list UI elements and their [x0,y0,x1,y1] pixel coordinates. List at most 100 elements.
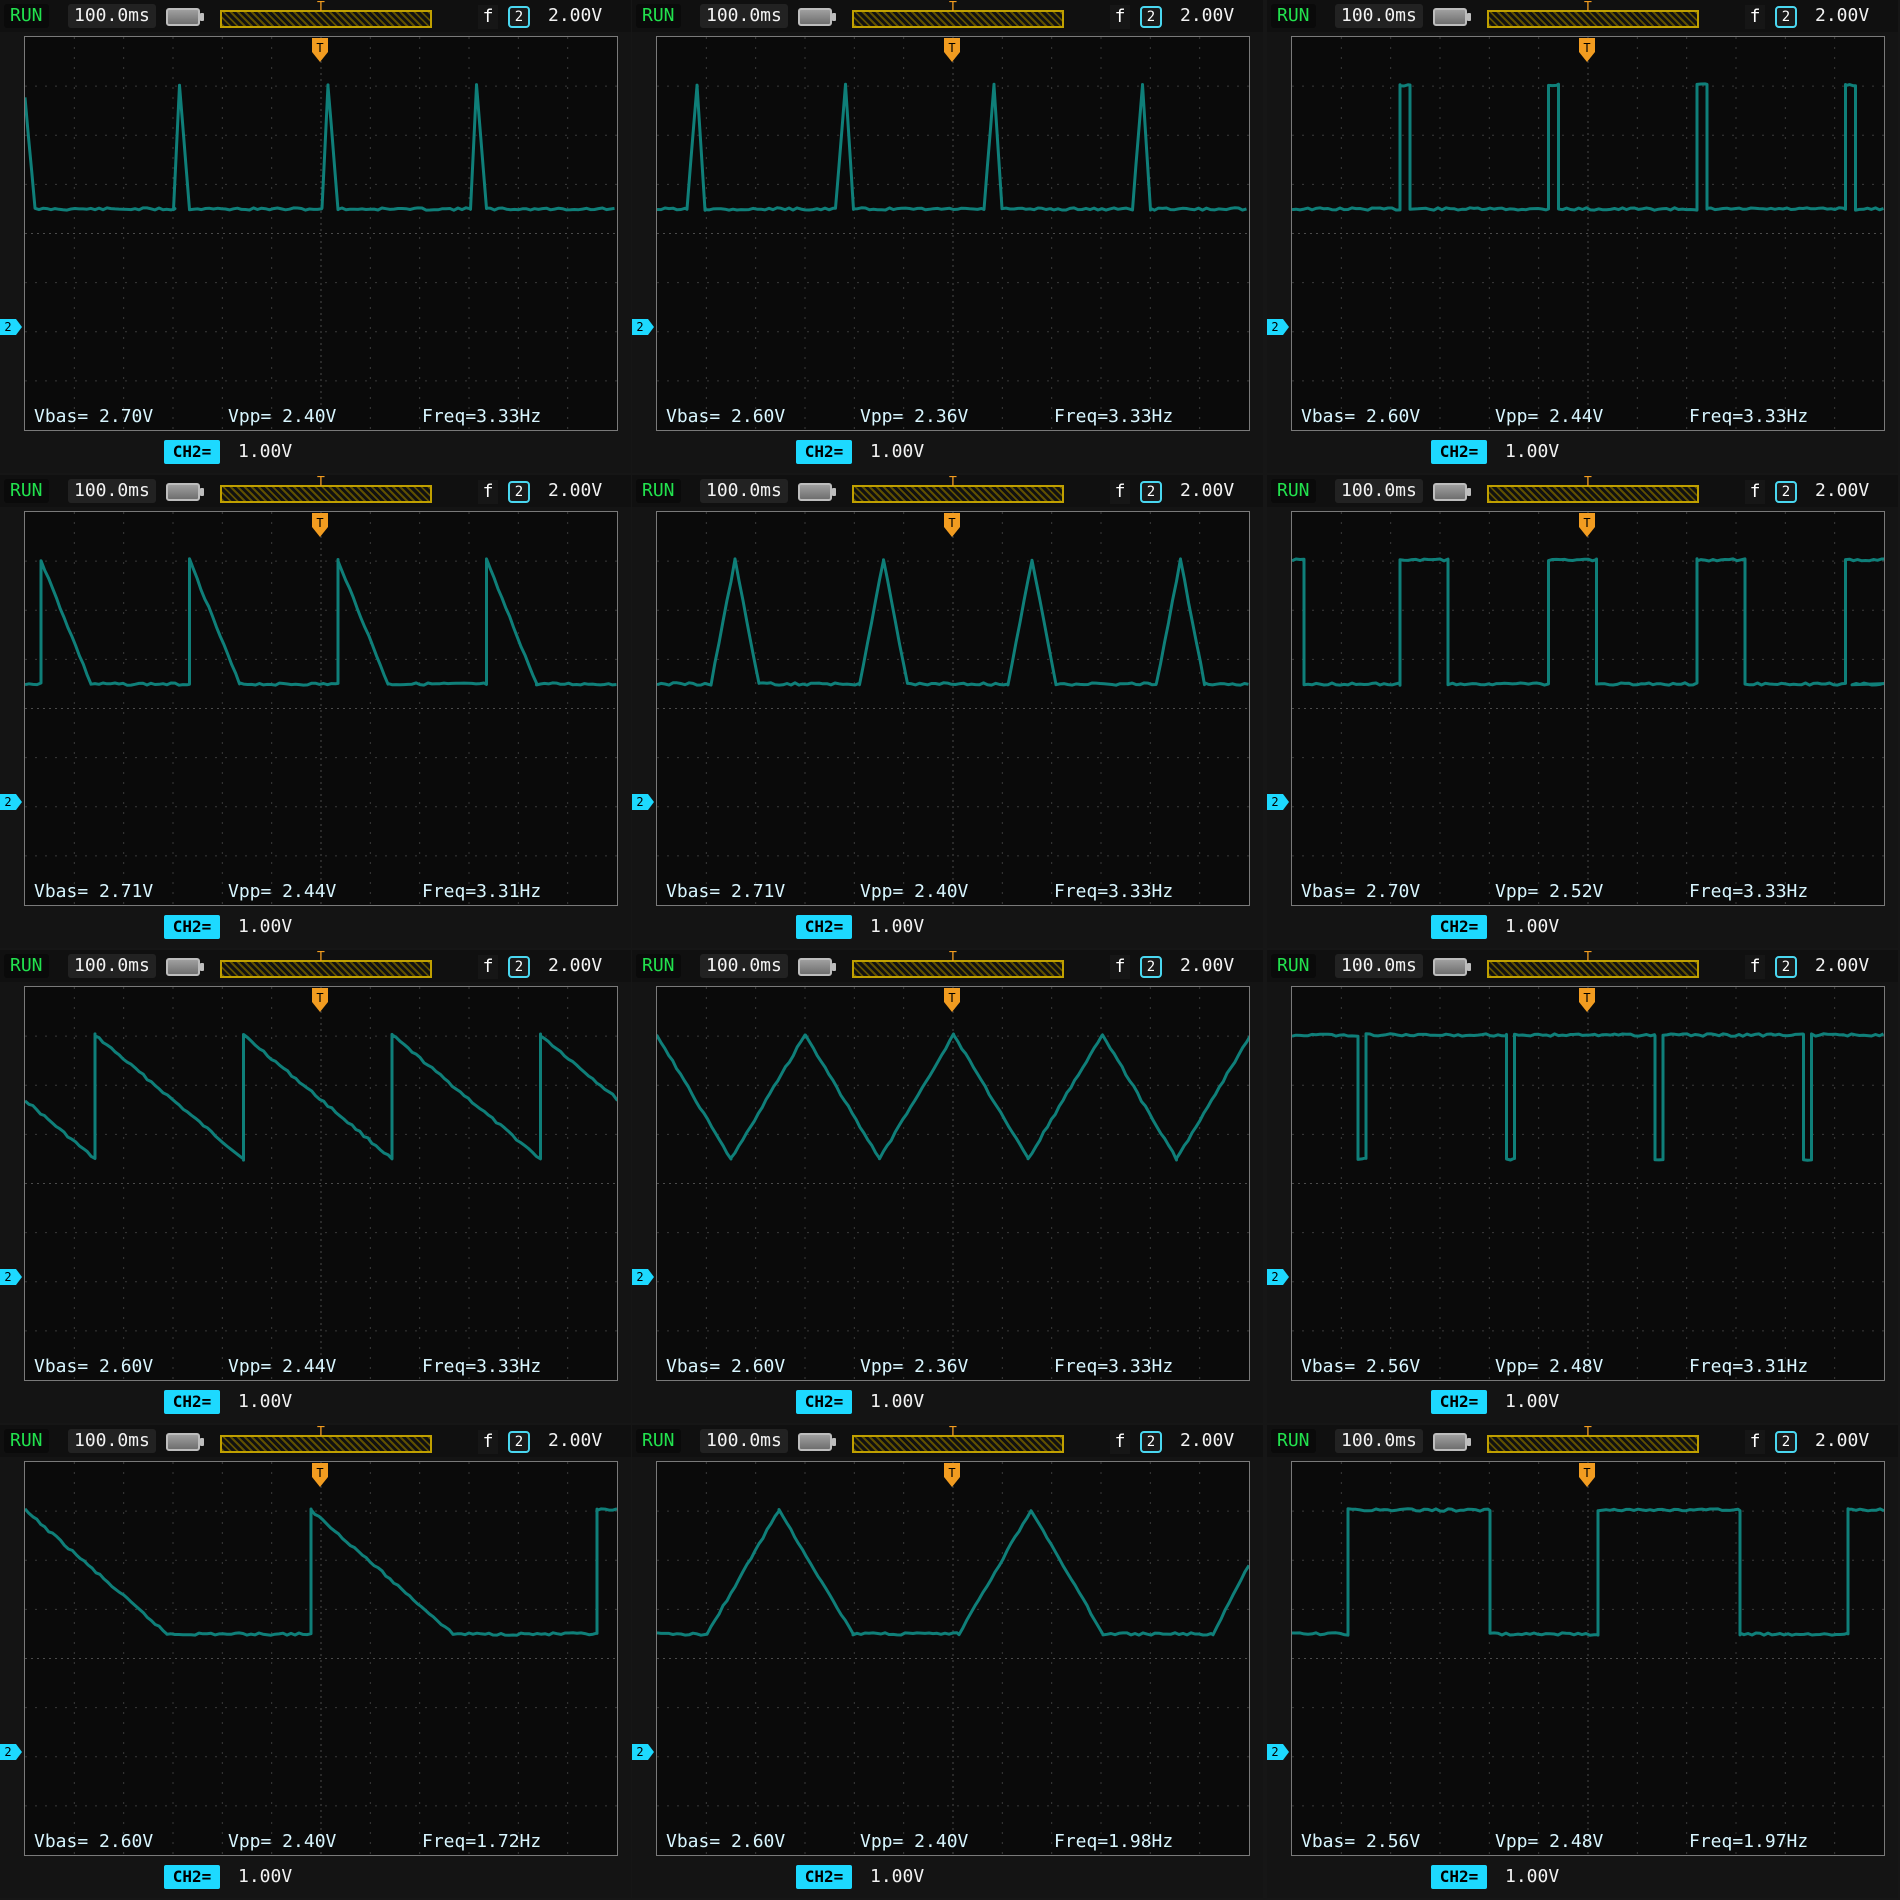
channel-2-trace [657,82,1247,212]
channel-scale[interactable]: 1.00V [1505,1865,1559,1889]
timebase-readout[interactable]: 100.0ms [1335,4,1423,28]
battery-icon [798,1433,836,1451]
trigger-slope-icon[interactable]: f [478,480,498,504]
trigger-slope-icon[interactable]: f [1745,5,1765,29]
timebase-readout[interactable]: 100.0ms [1335,1429,1423,1453]
trigger-slope-icon[interactable]: f [478,5,498,29]
trigger-channel-icon[interactable]: 2 [1775,6,1797,28]
trigger-channel-icon[interactable]: 2 [1140,1431,1162,1453]
vbase-measurement: Vbas= 2.60V [1301,406,1421,427]
timebase-readout[interactable]: 100.0ms [700,1429,788,1453]
trigger-channel-icon[interactable]: 2 [508,1431,530,1453]
trigger-level[interactable]: 2.00V [1180,479,1234,503]
run-status[interactable]: RUN [4,954,49,978]
trigger-level[interactable]: 2.00V [1815,954,1869,978]
channel-scale[interactable]: 1.00V [870,1865,924,1889]
trigger-level[interactable]: 2.00V [1180,1429,1234,1453]
run-status[interactable]: RUN [636,1429,681,1453]
channel-scale[interactable]: 1.00V [238,1390,292,1414]
trigger-slope-icon[interactable]: f [478,955,498,979]
timebase-readout[interactable]: 100.0ms [1335,479,1423,503]
channel-badge[interactable]: CH2= [1431,915,1487,939]
oscilloscope-panel: RUN 100.0ms T f 2 2.00V T 2 Vbas= 2.70V … [0,0,631,473]
trigger-level[interactable]: 2.00V [1815,479,1869,503]
trigger-slope-icon[interactable]: f [1745,480,1765,504]
trigger-channel-icon[interactable]: 2 [508,6,530,28]
run-status[interactable]: RUN [1271,954,1316,978]
trigger-channel-icon[interactable]: 2 [508,481,530,503]
trigger-channel-icon[interactable]: 2 [1775,1431,1797,1453]
run-status[interactable]: RUN [636,954,681,978]
trigger-channel-icon[interactable]: 2 [508,956,530,978]
trigger-channel-icon[interactable]: 2 [1140,6,1162,28]
timebase-readout[interactable]: 100.0ms [68,479,156,503]
timebase-readout[interactable]: 100.0ms [700,479,788,503]
channel-2-ground-label: 2 [1271,1745,1278,1759]
run-status[interactable]: RUN [1271,479,1316,503]
trigger-level[interactable]: 2.00V [548,1429,602,1453]
trigger-slope-icon[interactable]: f [1110,5,1130,29]
run-status[interactable]: RUN [636,479,681,503]
timebase-readout[interactable]: 100.0ms [68,1429,156,1453]
timebase-readout[interactable]: 100.0ms [700,954,788,978]
trigger-channel-icon[interactable]: 2 [1775,956,1797,978]
trigger-channel-icon[interactable]: 2 [1140,481,1162,503]
trigger-level[interactable]: 2.00V [548,479,602,503]
channel-badge[interactable]: CH2= [164,915,220,939]
timebase-readout[interactable]: 100.0ms [700,4,788,28]
channel-badge[interactable]: CH2= [796,1390,852,1414]
channel-2-ground-label: 2 [4,795,11,809]
channel-scale[interactable]: 1.00V [1505,915,1559,939]
channel-scale[interactable]: 1.00V [1505,1390,1559,1414]
trigger-slope-icon[interactable]: f [1110,480,1130,504]
channel-badge[interactable]: CH2= [796,915,852,939]
channel-badge[interactable]: CH2= [796,1865,852,1889]
trigger-level[interactable]: 2.00V [548,954,602,978]
run-status[interactable]: RUN [636,4,681,28]
channel-badge[interactable]: CH2= [164,1865,220,1889]
timebase-readout[interactable]: 100.0ms [68,954,156,978]
run-status[interactable]: RUN [4,1429,49,1453]
status-bar: RUN 100.0ms T f 2 2.00V [1267,950,1898,982]
channel-badge[interactable]: CH2= [796,440,852,464]
trigger-slope-icon[interactable]: f [1745,955,1765,979]
channel-scale[interactable]: 1.00V [870,1390,924,1414]
channel-badge[interactable]: CH2= [164,440,220,464]
trigger-position-icon: T [944,38,960,62]
trigger-position-label: T [316,991,323,1005]
timebase-readout[interactable]: 100.0ms [68,4,156,28]
trigger-level[interactable]: 2.00V [1180,4,1234,28]
trigger-level[interactable]: 2.00V [548,4,602,28]
trigger-position-label: T [1583,1466,1590,1480]
trigger-level[interactable]: 2.00V [1180,954,1234,978]
channel-scale[interactable]: 1.00V [238,1865,292,1889]
channel-scale[interactable]: 1.00V [238,440,292,464]
channel-scale[interactable]: 1.00V [238,915,292,939]
memory-trigger-marker: T [949,950,957,965]
trigger-slope-icon[interactable]: f [1110,1430,1130,1454]
trigger-level[interactable]: 2.00V [1815,4,1869,28]
channel-badge[interactable]: CH2= [164,1390,220,1414]
run-status[interactable]: RUN [1271,1429,1316,1453]
trigger-channel-icon[interactable]: 2 [1775,481,1797,503]
run-status[interactable]: RUN [1271,4,1316,28]
waveform-plot [656,36,1250,431]
trigger-slope-icon[interactable]: f [1745,1430,1765,1454]
channel-badge[interactable]: CH2= [1431,1390,1487,1414]
channel-scale[interactable]: 1.00V [870,915,924,939]
waveform-svg [25,1462,617,1855]
channel-badge[interactable]: CH2= [1431,1865,1487,1889]
trigger-slope-icon[interactable]: f [1110,955,1130,979]
trigger-level[interactable]: 2.00V [1815,1429,1869,1453]
timebase-readout[interactable]: 100.0ms [1335,954,1423,978]
channel-2-ground-label: 2 [4,1745,11,1759]
run-status[interactable]: RUN [4,4,49,28]
run-status[interactable]: RUN [4,479,49,503]
trigger-channel-icon[interactable]: 2 [1140,956,1162,978]
vbase-measurement: Vbas= 2.56V [1301,1356,1421,1377]
trigger-slope-icon[interactable]: f [478,1430,498,1454]
channel-scale[interactable]: 1.00V [870,440,924,464]
channel-2-ground-label: 2 [636,1270,643,1284]
channel-scale[interactable]: 1.00V [1505,440,1559,464]
channel-badge[interactable]: CH2= [1431,440,1487,464]
